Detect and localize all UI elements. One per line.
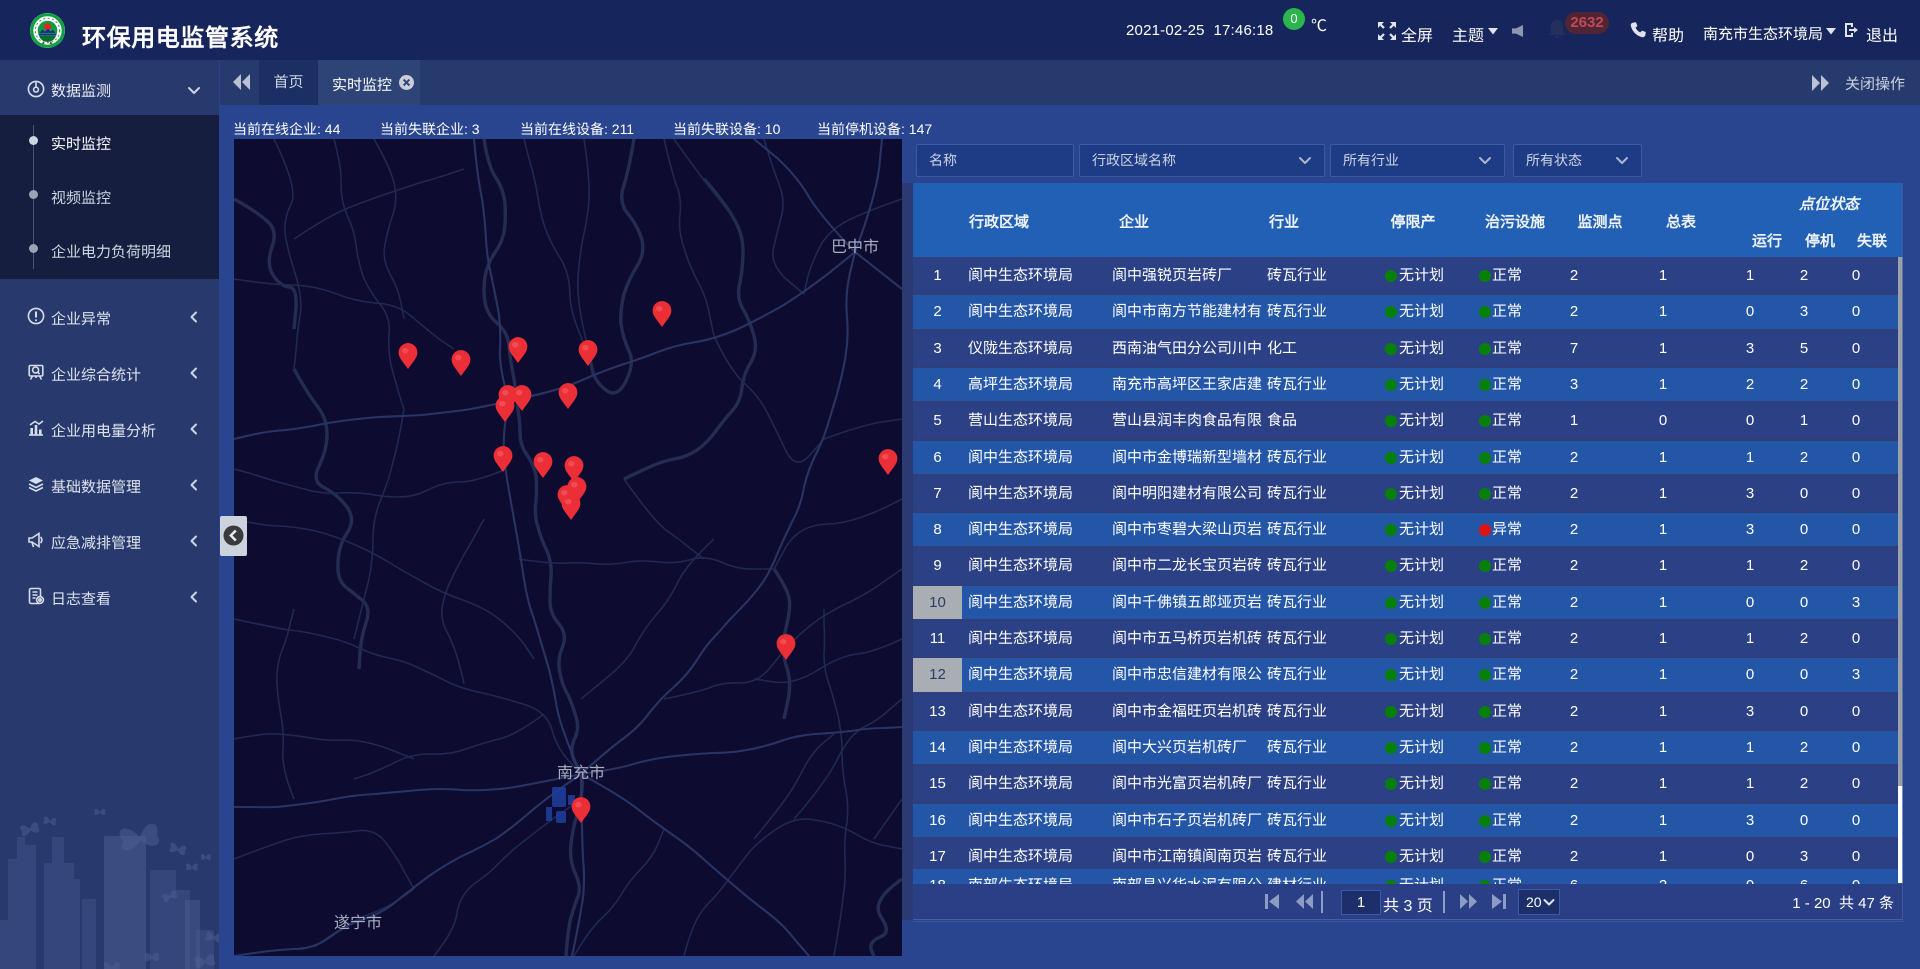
svg-text:遂宁市: 遂宁市 (334, 914, 382, 932)
svg-text:巴中市: 巴中市 (831, 238, 879, 256)
svg-text:南充市: 南充市 (557, 764, 605, 782)
